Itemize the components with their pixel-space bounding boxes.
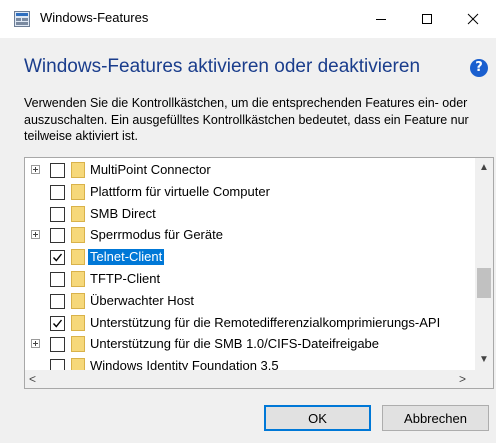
feature-label[interactable]: Unterstützung für die SMB 1.0/CIFS-Datei… xyxy=(88,336,381,352)
feature-label[interactable]: SMB Direct xyxy=(88,206,158,222)
feature-label[interactable]: Überwachter Host xyxy=(88,293,196,309)
maximize-button[interactable] xyxy=(404,0,450,38)
feature-label[interactable]: Sperrmodus für Geräte xyxy=(88,227,225,243)
expand-icon[interactable] xyxy=(31,339,40,349)
folder-icon xyxy=(71,249,85,266)
feature-row[interactable]: MultiPoint Connector xyxy=(25,159,475,181)
feature-row[interactable]: Überwachter Host xyxy=(25,290,475,312)
minimize-button[interactable] xyxy=(358,0,404,38)
minimize-icon xyxy=(376,19,386,20)
window-title: Windows-Features xyxy=(40,10,149,25)
dialog-description: Verwenden Sie die Kontrollkästchen, um d… xyxy=(24,96,469,143)
windows-features-app-icon xyxy=(14,11,30,27)
feature-checkbox[interactable] xyxy=(50,250,65,266)
feature-label[interactable]: Telnet-Client xyxy=(88,249,165,266)
feature-checkbox[interactable] xyxy=(50,184,65,200)
expand-icon[interactable] xyxy=(31,165,40,174)
scroll-down-icon[interactable]: ▼ xyxy=(475,354,493,366)
features-tree[interactable]: MultiPoint Connector Plattform für virtue… xyxy=(24,157,494,389)
feature-checkbox[interactable] xyxy=(50,337,65,353)
folder-icon xyxy=(71,292,85,309)
feature-checkbox[interactable] xyxy=(50,315,65,331)
folder-icon xyxy=(71,314,85,331)
windows-features-dialog: Windows-Features Windows-Features aktivi… xyxy=(0,0,496,443)
feature-checkbox[interactable] xyxy=(50,293,65,309)
vertical-scrollbar[interactable]: ▲ ▼ xyxy=(475,158,493,370)
feature-row[interactable]: Unterstützung für die Remotedifferenzial… xyxy=(25,312,475,334)
feature-label[interactable]: Plattform für virtuelle Computer xyxy=(88,184,272,200)
help-icon[interactable]: ? xyxy=(470,59,488,77)
scroll-up-icon[interactable]: ▲ xyxy=(475,162,493,174)
feature-label[interactable]: TFTP-Client xyxy=(88,271,162,287)
folder-icon xyxy=(71,271,85,287)
vertical-scroll-thumb[interactable] xyxy=(477,268,491,298)
ok-button[interactable]: OK xyxy=(264,405,371,431)
scroll-right-icon[interactable]: > xyxy=(459,372,466,386)
folder-icon xyxy=(71,183,85,200)
folder-icon xyxy=(71,227,85,244)
maximize-icon xyxy=(422,14,432,24)
feature-row[interactable]: SMB Direct xyxy=(25,203,475,225)
feature-row[interactable]: Plattform für virtuelle Computer xyxy=(25,181,475,203)
folder-icon xyxy=(71,336,85,353)
feature-checkbox[interactable] xyxy=(50,206,65,222)
feature-row[interactable]: Sperrmodus für Geräte xyxy=(25,224,475,246)
scroll-left-icon[interactable]: < xyxy=(29,372,36,386)
feature-checkbox[interactable] xyxy=(50,163,65,178)
checkmark-icon xyxy=(52,253,63,262)
folder-icon xyxy=(71,205,85,222)
close-button[interactable] xyxy=(450,0,496,38)
feature-row[interactable]: Telnet-Client xyxy=(25,246,475,268)
feature-row[interactable]: Unterstützung für die SMB 1.0/CIFS-Datei… xyxy=(25,333,475,355)
feature-checkbox[interactable] xyxy=(50,228,65,244)
feature-row[interactable]: TFTP-Client xyxy=(25,268,475,290)
scrollbar-corner xyxy=(475,370,493,388)
expand-icon[interactable] xyxy=(31,230,40,240)
dialog-heading: Windows-Features aktivieren oder deaktiv… xyxy=(24,56,421,77)
close-icon xyxy=(467,13,479,25)
horizontal-scrollbar[interactable]: < > xyxy=(25,370,475,388)
cancel-button[interactable]: Abbrechen xyxy=(382,405,489,431)
feature-label[interactable]: MultiPoint Connector xyxy=(88,162,213,178)
feature-label[interactable]: Unterstützung für die Remotedifferenzial… xyxy=(88,315,442,331)
checkmark-icon xyxy=(52,319,63,328)
feature-checkbox[interactable] xyxy=(50,272,65,287)
title-bar[interactable]: Windows-Features xyxy=(0,0,496,38)
folder-icon xyxy=(71,162,85,178)
